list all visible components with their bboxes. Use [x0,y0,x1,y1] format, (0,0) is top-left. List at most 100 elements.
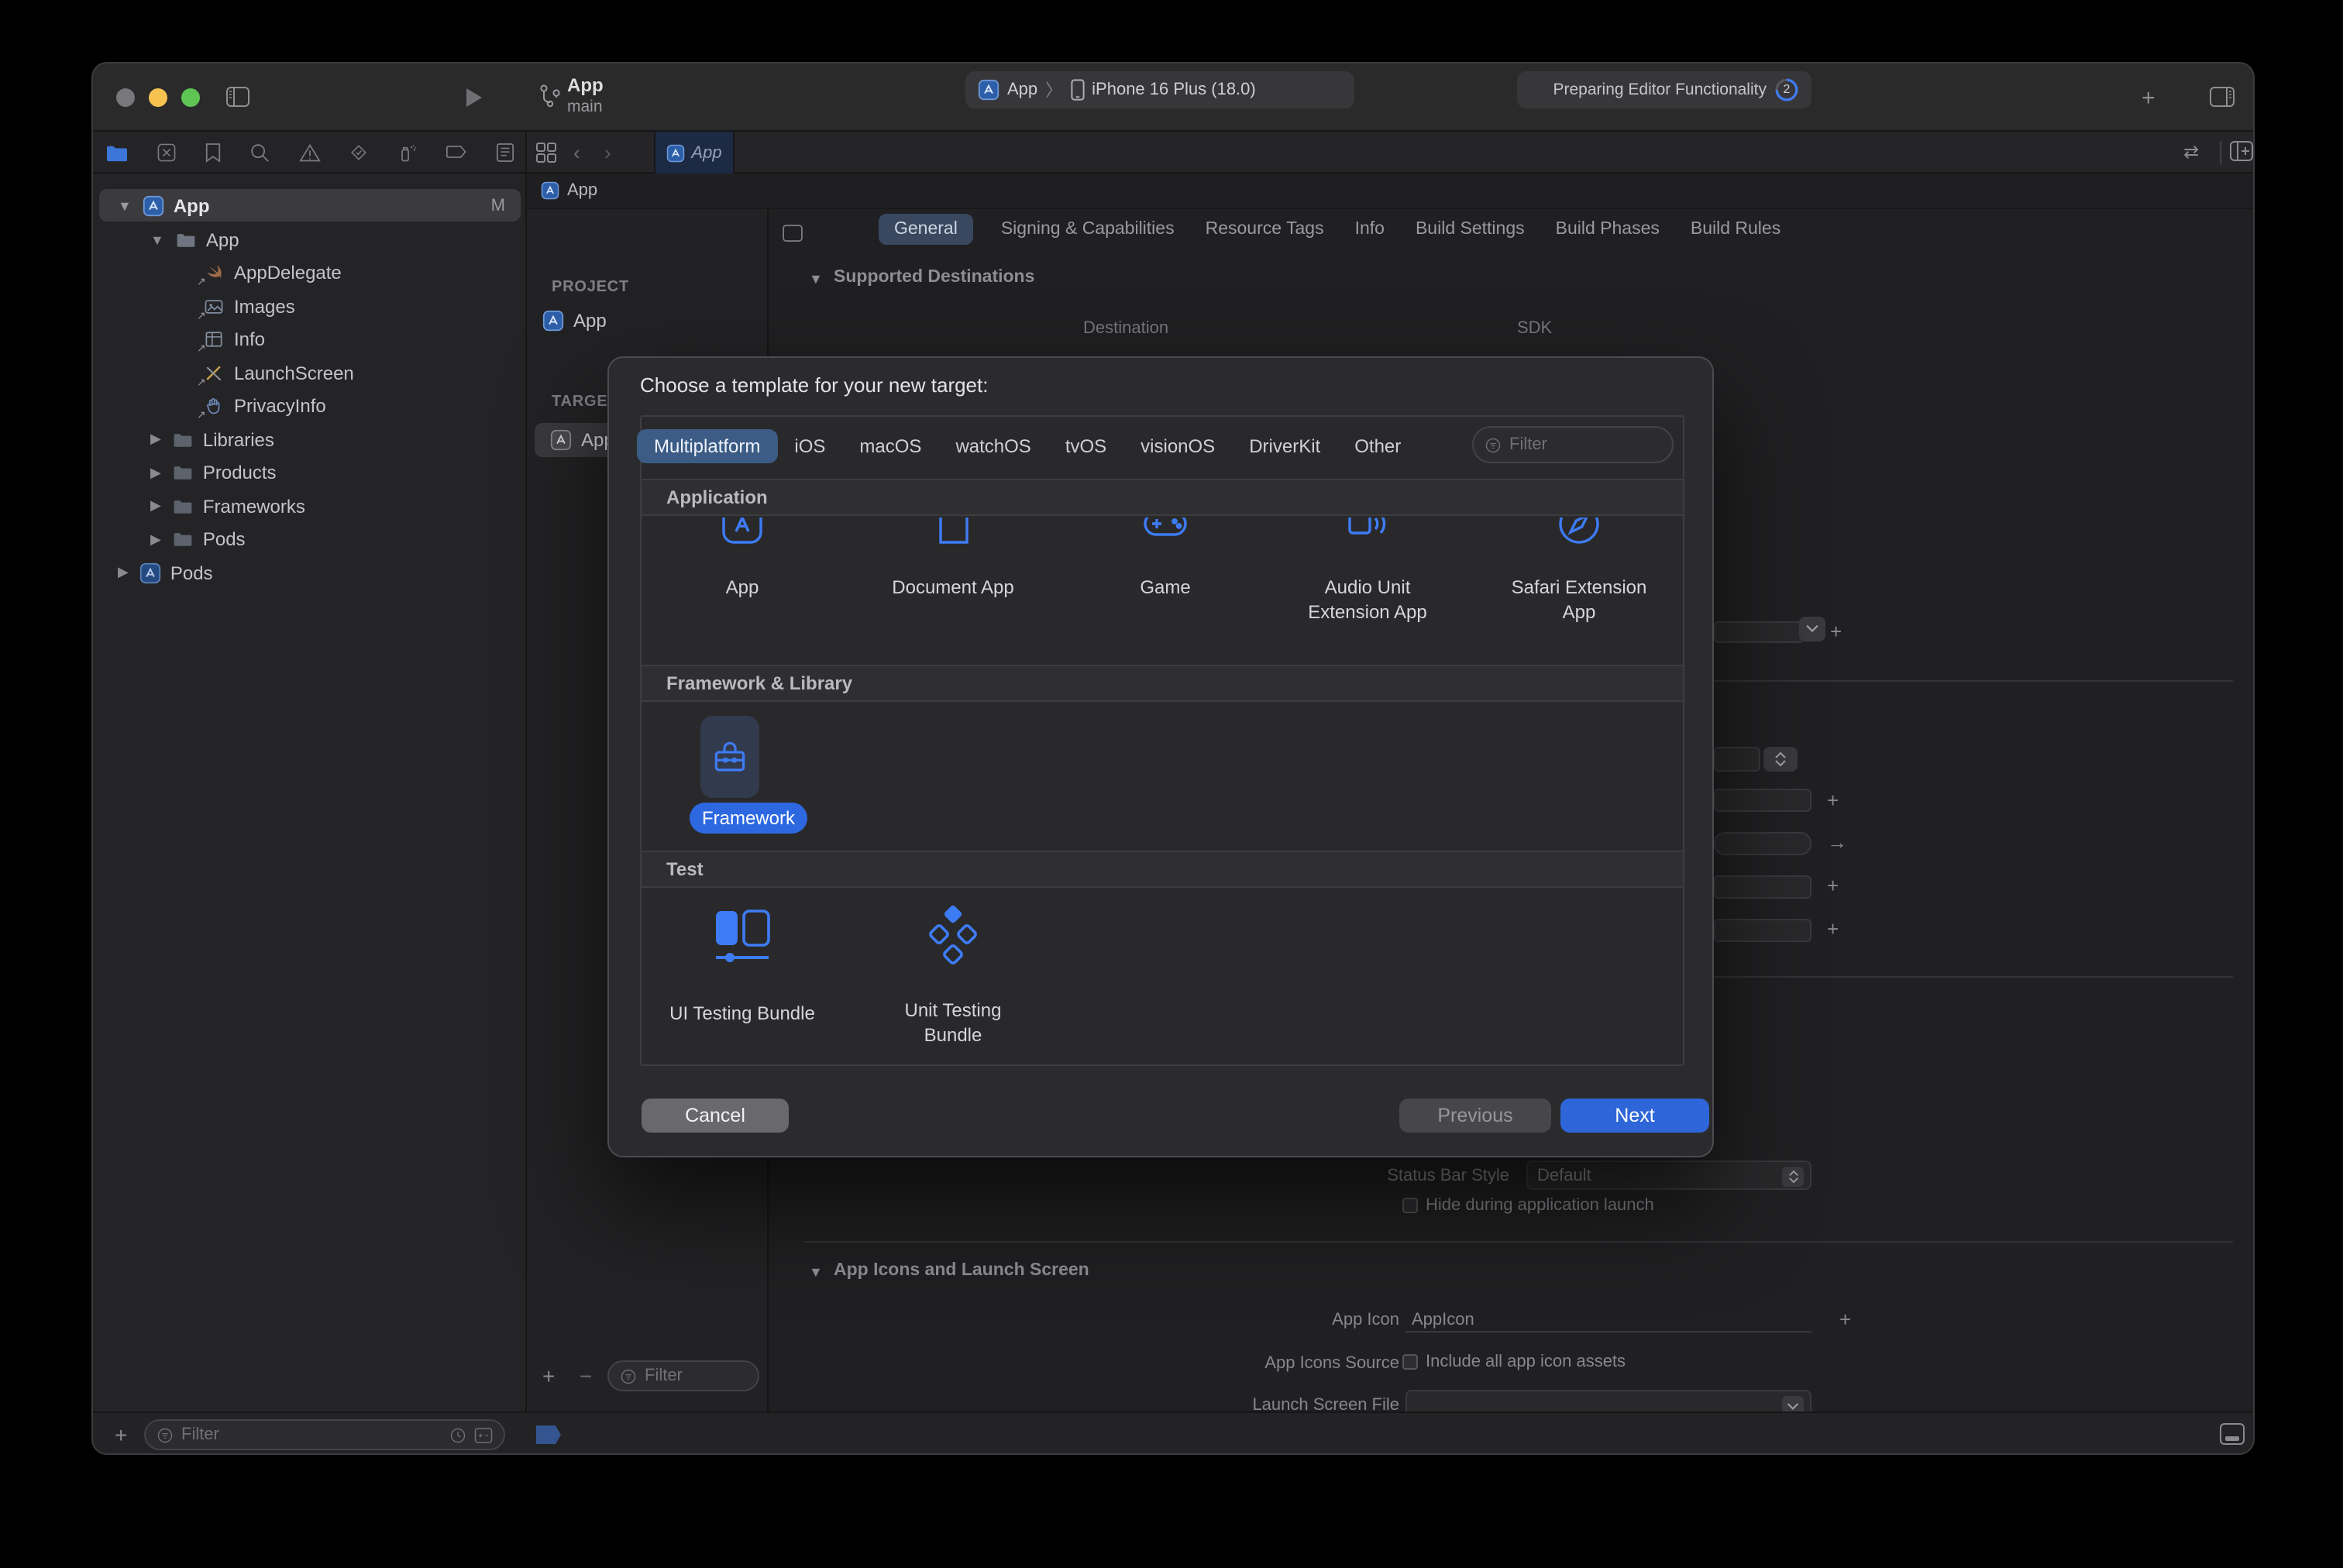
disclosure-chevron-icon[interactable]: ▶ [150,431,161,448]
tab-build-rules[interactable]: Build Rules [1688,214,1784,245]
tests-navigator-icon[interactable] [348,142,368,162]
app-icon-field[interactable]: AppIcon [1405,1305,1811,1332]
template-game[interactable]: Game [1080,518,1251,600]
toolbar-branch-name[interactable]: main [567,98,603,116]
project-navigator-icon[interactable] [105,142,129,162]
disclosure-chevron-icon[interactable]: ▼ [150,232,164,247]
tab-build-settings[interactable]: Build Settings [1412,214,1528,245]
hide-launch-checkbox[interactable] [1402,1198,1418,1213]
recent-files-icon[interactable] [449,1426,466,1443]
tab-general[interactable]: General [879,214,973,245]
run-button[interactable] [465,87,483,108]
platform-tab-macos[interactable]: macOS [859,435,921,457]
folder-icon [172,528,194,550]
tree-row-pods-project[interactable]: ▶ Pods [93,557,527,588]
disclosure-chevron-icon[interactable]: ▶ [150,531,161,548]
close-window-button[interactable] [116,88,135,107]
tree-row-launchscreen[interactable]: ↗ LaunchScreen [93,357,527,388]
stepper-button[interactable] [1763,747,1798,772]
section-chevron-icon[interactable]: ▼ [809,271,823,287]
section-chevron-icon[interactable]: ▼ [809,1264,823,1280]
tree-row-products[interactable]: ▶ Products [93,457,527,488]
add-destination-button[interactable]: + [1830,621,1842,641]
dropdown-chevron-button[interactable] [1799,617,1825,641]
template-framework-tile[interactable] [700,716,759,798]
source-control-filter-icon[interactable] [474,1426,493,1443]
source-control-icon[interactable] [157,142,177,162]
remove-target-button[interactable]: − [580,1363,592,1388]
toolbar-project-name[interactable]: App [567,74,604,96]
add-editor-icon[interactable] [2230,141,2253,161]
template-document-app[interactable]: Document App [868,518,1038,600]
template-filter-field[interactable]: Filter [1472,426,1674,463]
add-button[interactable]: + [1827,875,1839,896]
tab-signing-capabilities[interactable]: Signing & Capabilities [998,214,1178,245]
add-target-button[interactable]: + [542,1363,555,1388]
reports-navigator-icon[interactable] [496,142,514,162]
template-ui-testing-bundle[interactable]: UI Testing Bundle [657,889,827,1026]
arrow-button[interactable]: → [1827,832,1847,852]
add-app-icon-button[interactable]: + [1839,1309,1851,1329]
tab-info[interactable]: Info [1352,214,1388,245]
swap-editor-icon[interactable]: ⇄ [2183,141,2199,163]
bookmarks-navigator-icon[interactable] [205,142,222,162]
issues-navigator-icon[interactable] [298,142,320,162]
disclosure-chevron-icon[interactable]: ▶ [118,564,129,581]
minimize-window-button[interactable] [149,88,167,107]
platform-tab-tvos[interactable]: tvOS [1065,435,1106,457]
project-row[interactable]: App [542,305,759,336]
toggle-inspector-icon[interactable] [2210,87,2235,107]
breakpoints-navigator-icon[interactable] [446,143,468,161]
platform-tab-other[interactable]: Other [1354,435,1401,457]
scheme-selector[interactable]: App 〉 iPhone 16 Plus (18.0) [965,71,1354,108]
breadcrumb-label[interactable]: App [567,181,597,200]
tree-row-project-app[interactable]: ▼ App M [93,191,527,222]
hide-pane-icon[interactable] [783,225,803,242]
tree-row-libraries[interactable]: ▶ Libraries [93,424,527,455]
status-bar-style-dropdown[interactable]: Default [1526,1161,1811,1190]
debug-navigator-icon[interactable] [397,142,418,162]
platform-tab-multiplatform[interactable]: Multiplatform [637,429,777,463]
forward-navigation-icon[interactable]: › [604,141,611,164]
tree-row-folder-app[interactable]: ▼ App [93,224,527,255]
device-activity-icon[interactable] [2219,1422,2245,1446]
find-navigator-icon[interactable] [250,142,270,162]
disclosure-chevron-icon[interactable]: ▶ [150,497,161,514]
tab-build-phases[interactable]: Build Phases [1553,214,1663,245]
tree-row-pods-folder[interactable]: ▶ Pods [93,524,527,555]
platform-tab-visionos[interactable]: visionOS [1141,435,1215,457]
tree-row-privacyinfo[interactable]: ↗ PrivacyInfo [93,390,527,421]
flag-status-icon[interactable] [535,1424,563,1446]
disclosure-chevron-icon[interactable]: ▶ [150,464,161,481]
disclosure-chevron-icon[interactable]: ▼ [118,198,132,214]
tree-row-frameworks[interactable]: ▶ Frameworks [93,490,527,521]
platform-tab-watchos[interactable]: watchOS [955,435,1030,457]
tree-row-info[interactable]: ↗ Info [93,324,527,355]
add-button[interactable]: + [1827,919,1839,939]
activity-status[interactable]: Preparing Editor Functionality 2 [1517,71,1811,108]
navigator-filter-field[interactable]: Filter [144,1419,505,1450]
add-button[interactable]: + [1827,790,1839,810]
template-audio-unit-extension-app[interactable]: Audio Unit Extension App [1294,518,1441,624]
toggle-navigator-icon[interactable] [226,87,249,107]
tab-app[interactable]: App [654,132,735,174]
tree-row-appdelegate[interactable]: ↗ AppDelegate [93,257,527,288]
platform-tab-ios[interactable]: iOS [794,435,825,457]
add-file-button[interactable]: + [115,1422,127,1447]
tab-overview-icon[interactable] [536,143,556,163]
tree-row-images[interactable]: ↗ Images [93,291,527,322]
cancel-button[interactable]: Cancel [642,1099,789,1133]
back-navigation-icon[interactable]: ‹ [573,141,580,164]
platform-tab-driverkit[interactable]: DriverKit [1249,435,1320,457]
add-toolbar-icon[interactable]: + [2142,85,2155,112]
include-assets-checkbox[interactable] [1402,1354,1418,1370]
pane-filter-field[interactable]: Filter [607,1360,759,1391]
zoom-window-button[interactable] [181,88,200,107]
template-app[interactable]: App [657,518,827,600]
previous-button[interactable]: Previous [1399,1099,1551,1133]
template-unit-testing-bundle[interactable]: Unit Testing Bundle [883,889,1023,1047]
next-button[interactable]: Next [1560,1099,1709,1133]
tab-resource-tags[interactable]: Resource Tags [1202,214,1327,245]
template-framework-label[interactable]: Framework [690,803,807,834]
template-safari-extension-app[interactable]: Safari Extension App [1502,518,1657,624]
